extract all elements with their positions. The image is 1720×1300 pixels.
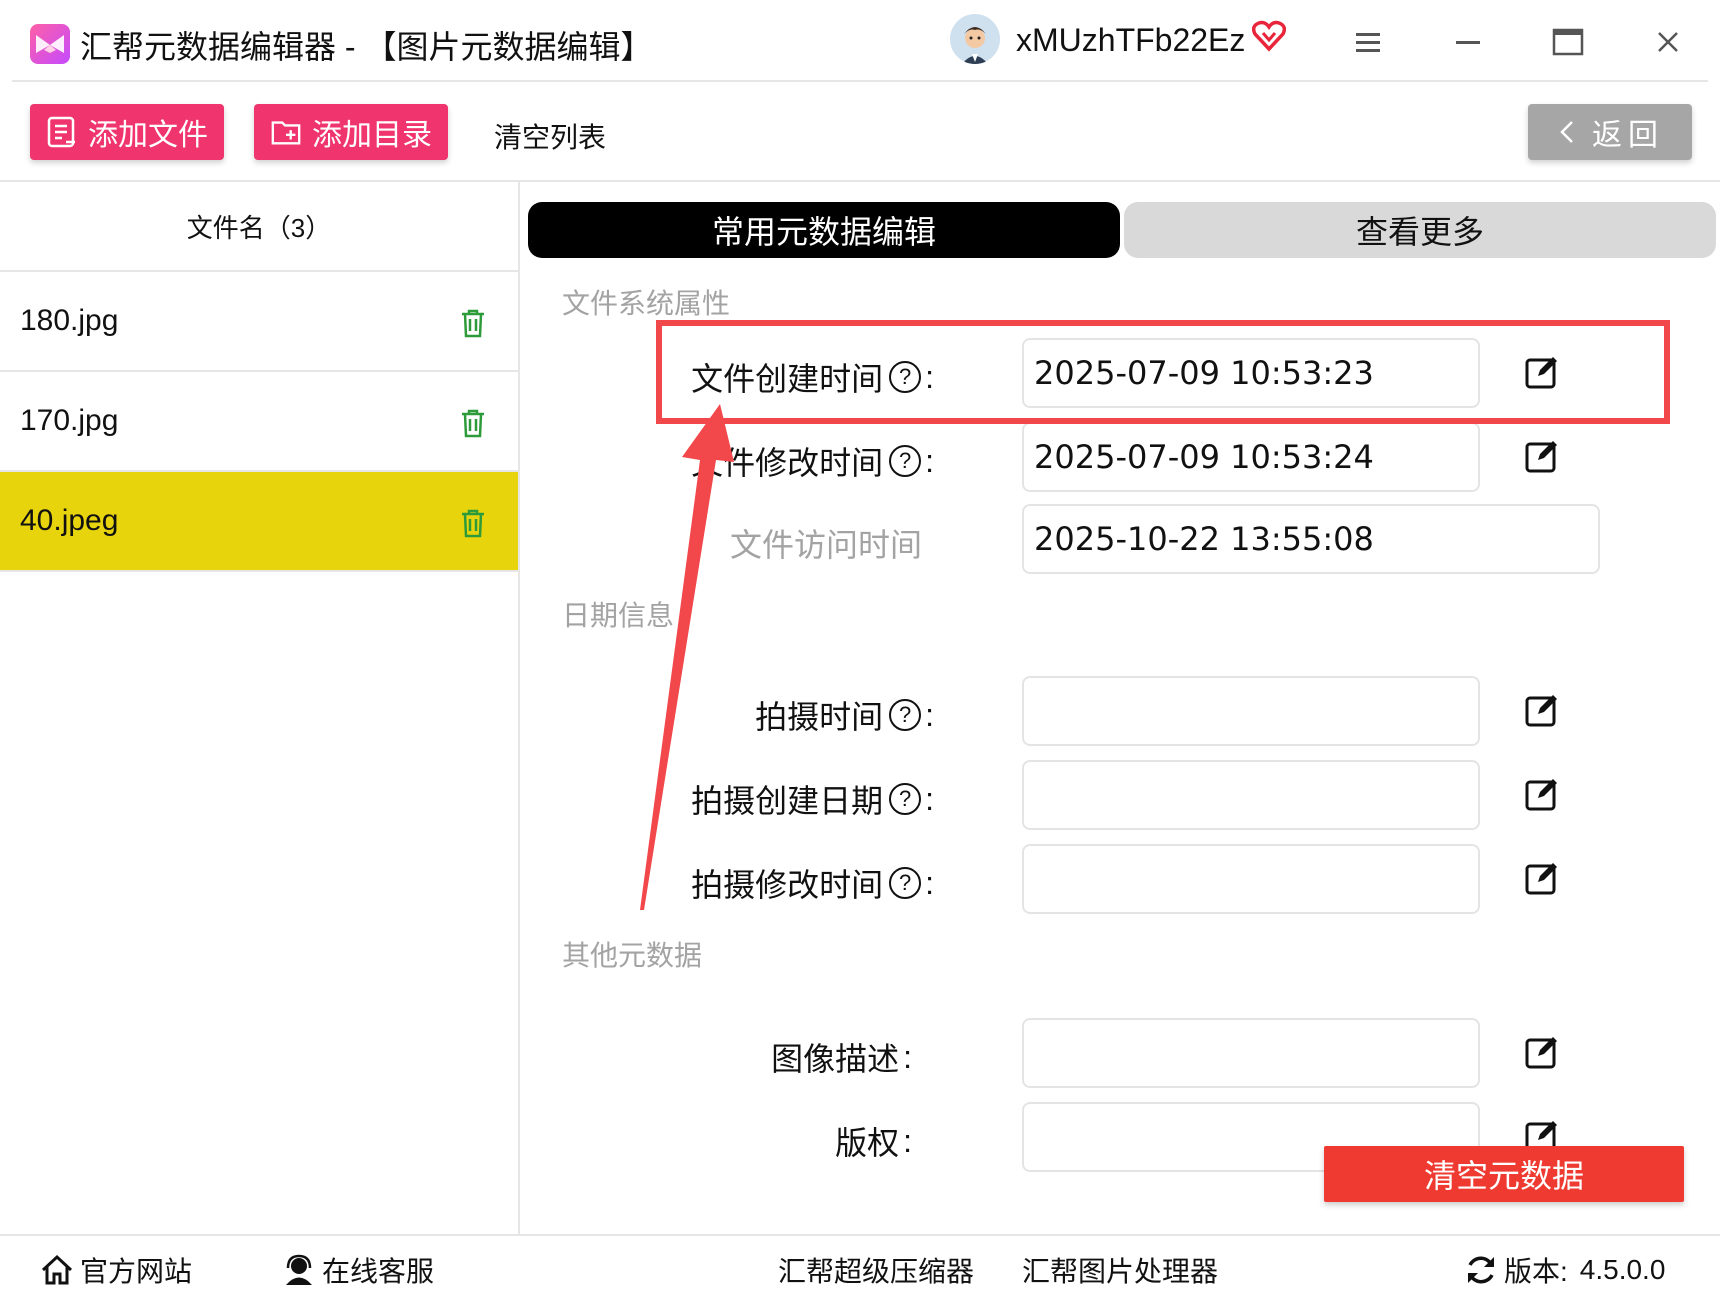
help-icon[interactable]: ?: [889, 867, 922, 899]
accessed-time-field: 2025-10-22 13:55:08: [1022, 504, 1600, 574]
clear-metadata-button[interactable]: 清空元数据: [1324, 1146, 1684, 1202]
window-title: 汇帮元数据编辑器 - 【图片元数据编辑】: [80, 22, 652, 68]
app-name: 汇帮元数据编辑器: [80, 29, 337, 65]
file-name: 40.jpeg: [20, 504, 119, 537]
copyright-label: 版权:: [835, 1118, 912, 1164]
add-file-label: 添加文件: [88, 119, 208, 152]
shot-time-field[interactable]: [1022, 676, 1480, 746]
title-separator: -: [344, 29, 356, 65]
shot-created-field[interactable]: [1022, 760, 1480, 830]
trash-icon[interactable]: [460, 308, 486, 346]
support-label: 在线客服: [322, 1256, 435, 1287]
shot-time-label-text: 拍摄时间: [755, 699, 884, 735]
section-title-filesystem: 文件系统属性: [562, 288, 731, 319]
file-name: 180.jpg: [20, 304, 119, 337]
trash-icon[interactable]: [460, 508, 486, 546]
back-label: 返回: [1592, 119, 1664, 152]
description-field[interactable]: [1022, 1018, 1480, 1088]
image-processor-link[interactable]: 汇帮图片处理器: [1022, 1250, 1218, 1290]
tab-view-more[interactable]: 查看更多: [1124, 202, 1716, 258]
minimize-icon[interactable]: [1446, 20, 1490, 64]
app-logo-icon: [30, 24, 70, 64]
maximize-icon[interactable]: [1546, 20, 1590, 64]
website-link[interactable]: 官方网站: [40, 1250, 192, 1290]
title-bar: 汇帮元数据编辑器 - 【图片元数据编辑】 xMUzhTFb22Ez: [0, 0, 1720, 82]
edit-icon[interactable]: [1522, 436, 1562, 476]
shot-created-label: 拍摄创建日期?:: [691, 776, 934, 822]
description-label-text: 图像描述: [771, 1041, 900, 1077]
menu-icon[interactable]: [1346, 20, 1390, 64]
highlight-box: [656, 320, 1670, 424]
file-item[interactable]: 170.jpg: [0, 372, 518, 472]
file-item[interactable]: 180.jpg: [0, 272, 518, 372]
metadata-editor: 常用元数据编辑 查看更多 文件系统属性 文件创建时间?: 2025-07-09 …: [522, 182, 1720, 1234]
support-agent-icon: [286, 1254, 312, 1285]
modified-time-field[interactable]: 2025-07-09 10:53:24: [1022, 422, 1480, 492]
shot-created-label-text: 拍摄创建日期: [691, 783, 884, 819]
avatar[interactable]: [950, 14, 1000, 64]
edit-icon[interactable]: [1522, 1032, 1562, 1072]
status-bar: 官方网站 在线客服 汇帮超级压缩器 汇帮图片处理器 版本: 4.5.0.0: [0, 1234, 1720, 1300]
shot-modified-label: 拍摄修改时间?:: [691, 860, 934, 906]
section-title-date: 日期信息: [562, 600, 675, 631]
description-label: 图像描述:: [771, 1034, 912, 1080]
add-folder-label: 添加目录: [312, 119, 432, 152]
edit-icon[interactable]: [1522, 858, 1562, 898]
version-label: 版本:: [1504, 1256, 1568, 1287]
refresh-icon: [1468, 1256, 1494, 1284]
add-file-button[interactable]: 添加文件: [30, 104, 224, 160]
copyright-label-text: 版权: [835, 1125, 900, 1161]
file-sidebar: 文件名（3） 180.jpg 170.jpg 40.jpeg: [0, 182, 520, 1234]
file-list-icon: [47, 116, 75, 148]
section-title-other: 其他元数据: [562, 940, 703, 971]
username[interactable]: xMUzhTFb22Ez: [1016, 22, 1245, 59]
shot-modified-label-text: 拍摄修改时间: [691, 867, 884, 903]
website-label: 官方网站: [80, 1256, 193, 1287]
file-list-header: 文件名（3）: [0, 182, 518, 272]
tab-common-metadata[interactable]: 常用元数据编辑: [528, 202, 1120, 258]
version-value: 4.5.0.0: [1579, 1254, 1666, 1285]
close-icon[interactable]: [1646, 20, 1690, 64]
modified-time-label: 文件修改时间?:: [691, 438, 934, 484]
module-title: 【图片元数据编辑】: [364, 29, 653, 65]
shot-modified-field[interactable]: [1022, 844, 1480, 914]
version-info[interactable]: 版本: 4.5.0.0: [1464, 1250, 1665, 1290]
back-button[interactable]: 返回: [1528, 104, 1692, 160]
add-folder-icon: [271, 121, 301, 145]
modified-time-label-text: 文件修改时间: [691, 445, 884, 481]
clear-list-button[interactable]: 清空列表: [494, 116, 606, 156]
toolbar: 添加文件 添加目录 清空列表 返回: [0, 82, 1720, 182]
file-name: 170.jpg: [20, 404, 119, 437]
add-folder-button[interactable]: 添加目录: [254, 104, 448, 160]
vip-heart-icon[interactable]: [1251, 20, 1287, 57]
edit-icon[interactable]: [1522, 690, 1562, 730]
edit-icon[interactable]: [1522, 774, 1562, 814]
support-link[interactable]: 在线客服: [282, 1250, 434, 1290]
compressor-link[interactable]: 汇帮超级压缩器: [778, 1250, 974, 1290]
file-item-selected[interactable]: 40.jpeg: [0, 472, 518, 572]
trash-icon[interactable]: [460, 408, 486, 446]
help-icon[interactable]: ?: [889, 445, 922, 477]
help-icon[interactable]: ?: [889, 783, 922, 815]
chevron-left-icon: [1560, 121, 1573, 143]
help-icon[interactable]: ?: [889, 699, 922, 731]
shot-time-label: 拍摄时间?:: [755, 692, 934, 738]
accessed-time-label: 文件访问时间: [729, 527, 922, 563]
home-icon: [41, 1254, 73, 1285]
